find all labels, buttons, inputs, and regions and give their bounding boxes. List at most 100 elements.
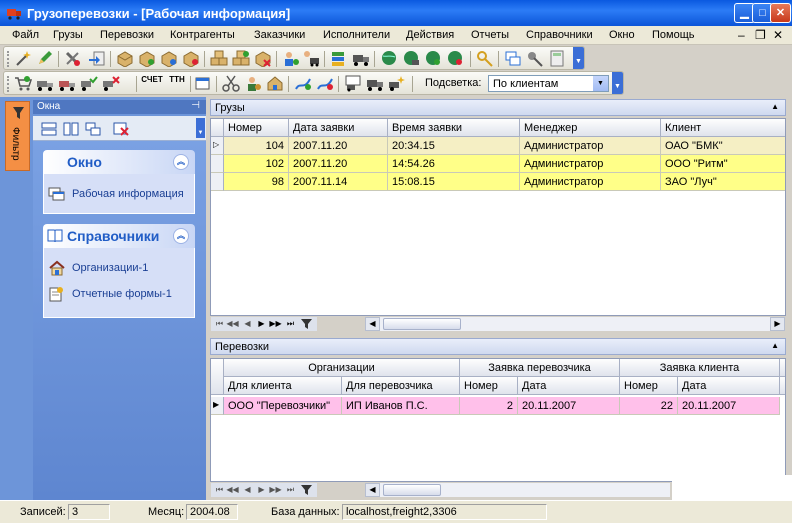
cell-client-date[interactable]: 20.11.2007 xyxy=(678,397,780,415)
col-header-request-date[interactable]: Дата заявки xyxy=(289,119,388,137)
menu-window[interactable]: Окно xyxy=(609,29,635,41)
col-header-carrier-date[interactable]: Дата xyxy=(518,377,620,395)
globe-2-icon[interactable] xyxy=(402,50,420,67)
cell-client[interactable]: ООО "Ритм" xyxy=(661,155,785,173)
horizontal-tile-icon[interactable] xyxy=(41,122,57,136)
cell-number[interactable]: 102 xyxy=(224,155,289,173)
dock-header[interactable]: Окна ⊣ xyxy=(33,100,206,114)
cell-number[interactable]: 98 xyxy=(224,173,289,191)
funnel-icon[interactable] xyxy=(300,318,313,330)
highlight-select[interactable]: По клиентам ▼ xyxy=(488,75,609,92)
mdi-close-icon[interactable]: ✕ xyxy=(773,28,783,42)
boxes-1-icon[interactable] xyxy=(210,50,228,67)
cargo-horizontal-scrollbar[interactable]: ◀ ▶ xyxy=(365,317,785,331)
cell-for-client[interactable]: ООО "Перевозчики" xyxy=(224,397,342,415)
menu-references[interactable]: Справочники xyxy=(526,29,593,41)
truck-2-icon[interactable] xyxy=(366,75,384,92)
collapse-up-icon[interactable]: ▲ xyxy=(771,102,779,111)
col-header-for-carrier[interactable]: Для перевозчика xyxy=(342,377,460,395)
menu-executors[interactable]: Исполнители xyxy=(323,29,390,41)
group-window-header[interactable]: Окно ︽ xyxy=(43,150,195,174)
prev-page-icon[interactable]: ◀◀ xyxy=(226,484,239,496)
box-remove-icon[interactable] xyxy=(254,50,272,67)
first-record-icon[interactable]: ⏮ xyxy=(213,318,226,330)
pencil-icon[interactable] xyxy=(36,50,54,67)
cell-for-carrier[interactable]: ИП Иванов П.С. xyxy=(342,397,460,415)
menu-file[interactable]: Файл xyxy=(12,29,39,41)
box-3-icon[interactable] xyxy=(160,50,178,67)
cell-request-date[interactable]: 2007.11.20 xyxy=(289,155,388,173)
box-1-icon[interactable] xyxy=(116,50,134,67)
next-page-icon[interactable]: ▶▶ xyxy=(269,484,282,496)
boxes-2-icon[interactable] xyxy=(232,50,250,67)
scroll-left-icon[interactable]: ◀ xyxy=(365,483,380,497)
funnel-icon[interactable] xyxy=(300,484,313,496)
cart-icon[interactable] xyxy=(14,75,32,92)
mdi-minimize-icon[interactable]: – xyxy=(738,28,745,42)
transport-panel-header[interactable]: Перевозки ▲ xyxy=(210,338,786,355)
col-header-number[interactable]: Номер xyxy=(224,119,289,137)
next-page-icon[interactable]: ▶▶ xyxy=(269,318,282,330)
cell-request-time[interactable]: 20:34.15 xyxy=(388,137,520,155)
toolbar-overflow-icon[interactable]: ▼ xyxy=(573,47,584,69)
close-button[interactable]: ✕ xyxy=(770,3,791,23)
cell-request-date[interactable]: 2007.11.20 xyxy=(289,137,388,155)
tools-icon[interactable] xyxy=(64,50,82,67)
menu-reports[interactable]: Отчеты xyxy=(471,29,509,41)
prev-record-icon[interactable]: ◀ xyxy=(241,318,254,330)
first-record-icon[interactable]: ⏮ xyxy=(213,484,226,496)
menu-customers[interactable]: Заказчики xyxy=(254,29,305,41)
cart-truck-icon[interactable] xyxy=(36,75,54,92)
open-window-icon[interactable] xyxy=(194,75,212,92)
close-windows-icon[interactable] xyxy=(113,122,129,136)
menu-cargo[interactable]: Грузы xyxy=(53,29,83,41)
prev-record-icon[interactable]: ◀ xyxy=(241,484,254,496)
person-gear-icon[interactable] xyxy=(244,75,262,92)
person-truck-icon[interactable] xyxy=(302,50,320,67)
truck-star-icon[interactable] xyxy=(388,75,406,92)
truck-1-icon[interactable] xyxy=(352,50,370,67)
scroll-left-icon[interactable]: ◀ xyxy=(365,317,380,331)
mdi-restore-icon[interactable]: ❐ xyxy=(755,28,766,42)
collapse-icon[interactable]: ︽ xyxy=(173,154,189,170)
calendar-truck-icon[interactable] xyxy=(344,75,362,92)
transport-horizontal-scrollbar[interactable]: ◀ xyxy=(365,483,670,497)
settings-icon[interactable] xyxy=(526,50,544,67)
invoice-button[interactable]: СЧЕТ xyxy=(140,75,164,92)
chevron-down-icon[interactable]: ▼ xyxy=(593,76,608,91)
group-references-header[interactable]: Справочники ︽ xyxy=(43,224,195,248)
title-bar[interactable]: Грузоперевозки - [Рабочая информация] ▁ … xyxy=(0,0,792,26)
col-header-carrier-number[interactable]: Номер xyxy=(460,377,518,395)
menu-actions[interactable]: Действия xyxy=(406,29,454,41)
cargo-panel-header[interactable]: Грузы ▲ xyxy=(210,99,786,116)
globe-3-icon[interactable] xyxy=(424,50,442,67)
collapse-icon[interactable]: ︽ xyxy=(173,228,189,244)
cell-client[interactable]: ОАО "БМК" xyxy=(661,137,785,155)
last-record-icon[interactable]: ⏭ xyxy=(284,484,297,496)
pin-icon[interactable]: ⊣ xyxy=(191,100,200,111)
cell-request-time[interactable]: 14:54.26 xyxy=(388,155,520,173)
next-record-icon[interactable]: ▶ xyxy=(255,484,268,496)
truck-load-icon[interactable] xyxy=(58,75,76,92)
scroll-thumb[interactable] xyxy=(383,318,461,330)
box-2-icon[interactable] xyxy=(138,50,156,67)
prev-page-icon[interactable]: ◀◀ xyxy=(226,318,239,330)
route-1-icon[interactable] xyxy=(294,75,312,92)
cell-carrier-date[interactable]: 20.11.2007 xyxy=(518,397,620,415)
cell-carrier-number[interactable]: 2 xyxy=(460,397,518,415)
route-2-icon[interactable] xyxy=(316,75,334,92)
menu-help[interactable]: Помощь xyxy=(652,29,695,41)
cell-manager[interactable]: Администратор xyxy=(520,173,661,191)
cell-request-date[interactable]: 2007.11.14 xyxy=(289,173,388,191)
cell-manager[interactable]: Администратор xyxy=(520,137,661,155)
col-header-request-time[interactable]: Время заявки xyxy=(388,119,520,137)
waybill-button[interactable]: ТТН xyxy=(166,75,188,92)
filter-tab[interactable]: Фильтр xyxy=(5,101,30,171)
toolbar-grip[interactable] xyxy=(7,51,10,67)
truck-delete-icon[interactable] xyxy=(102,75,120,92)
col-header-manager[interactable]: Менеджер xyxy=(520,119,661,137)
globe-4-icon[interactable] xyxy=(446,50,464,67)
scroll-thumb[interactable] xyxy=(383,484,441,496)
cell-manager[interactable]: Администратор xyxy=(520,155,661,173)
col-header-client-number[interactable]: Номер xyxy=(620,377,678,395)
